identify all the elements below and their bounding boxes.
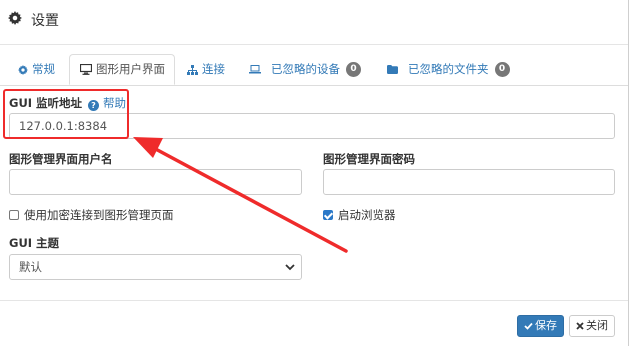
annotation-arrow xyxy=(133,137,348,253)
